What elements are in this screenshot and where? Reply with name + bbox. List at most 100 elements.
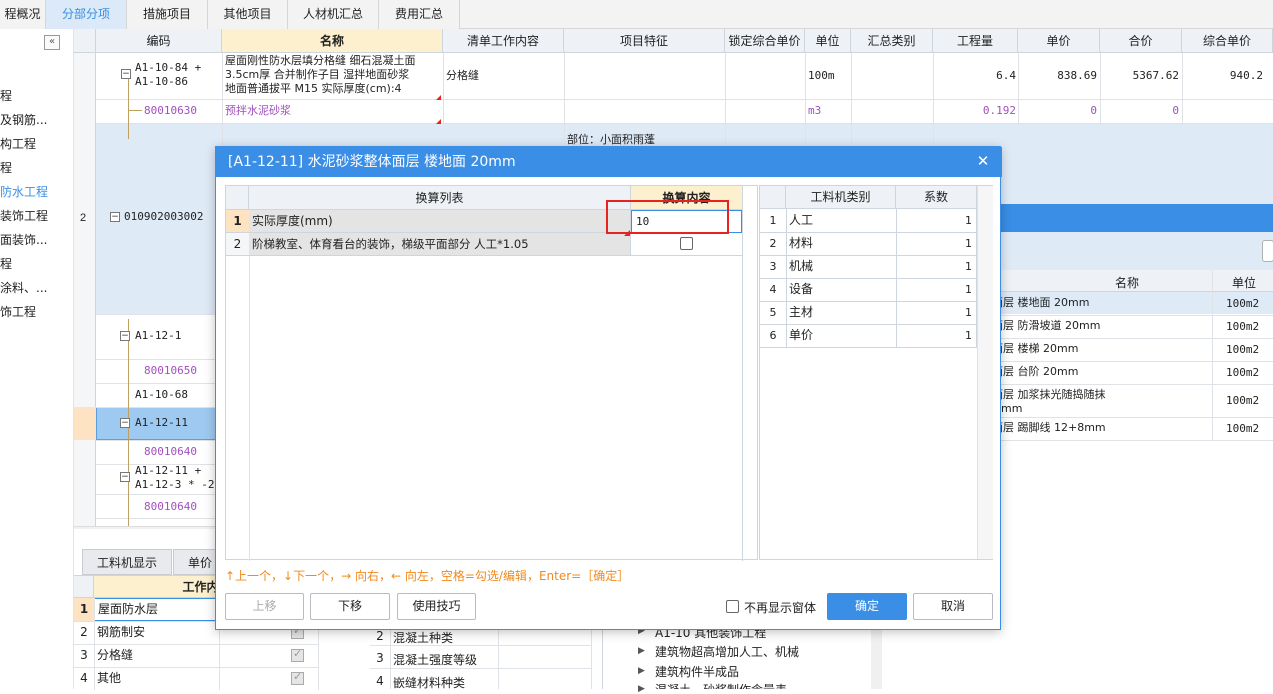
expand-arrow-icon[interactable]: ▶ xyxy=(638,684,645,694)
collapse-toggle-icon[interactable]: − xyxy=(110,212,120,222)
usage-tips-button[interactable]: 使用技巧 xyxy=(397,593,476,620)
work-item[interactable]: 其他 xyxy=(97,667,121,690)
coefficient-value[interactable]: 1 xyxy=(896,324,972,347)
row-name: 屋面刚性防水层填分格缝 细石混凝土面 3.5cm厚 合并制作子目 湿拌地面砂浆 … xyxy=(225,54,416,95)
header-material-type: 工料机类别 xyxy=(786,186,896,209)
tree-item[interactable]: 饰工程 xyxy=(0,303,36,320)
lookup-header-unit: 单位 xyxy=(1231,276,1256,290)
coefficient-value[interactable]: 1 xyxy=(896,232,972,255)
lookup-row-name[interactable]: 水泥砂浆整体面层 台阶 20mm xyxy=(1001,365,1211,379)
tree-item[interactable]: 构工程 xyxy=(0,135,36,152)
tab-sub-items[interactable]: 分部分项 xyxy=(46,0,127,29)
vertical-scrollbar[interactable] xyxy=(977,186,993,559)
tree-item-waterproof[interactable]: 防水工程 xyxy=(0,183,48,200)
header-locked-price: 锁定综合单价 xyxy=(725,29,805,53)
tree-item[interactable]: 程 xyxy=(0,87,12,104)
lookup-row-unit: 100m2 xyxy=(1226,320,1260,333)
keyboard-hint: ↑上一个，↓下一个，→ 向右，← 向左，空格=勾选/编辑，Enter=［确定］ xyxy=(225,569,630,583)
tab-project-overview[interactable]: 程概况 xyxy=(0,0,46,29)
row-number: 1 xyxy=(226,210,249,233)
tab-measures[interactable]: 措施项目 xyxy=(127,0,208,29)
lookup-row-name[interactable]: 水泥砂浆整体面层 楼梯 20mm xyxy=(1001,342,1211,356)
collapse-toggle-icon[interactable]: − xyxy=(121,69,131,79)
collapse-toggle-icon[interactable]: − xyxy=(120,472,130,482)
work-item-selected[interactable]: 屋面防水层 xyxy=(94,598,219,621)
feature-table: 2 混凝土种类 3 混凝土强度等级 4 嵌缝材料种类 xyxy=(370,620,592,691)
coefficient-value[interactable]: 1 xyxy=(896,301,972,324)
vertical-scrollbar[interactable] xyxy=(871,620,882,689)
coefficient-value[interactable]: 1 xyxy=(896,209,972,232)
close-icon[interactable]: ✕ xyxy=(974,152,992,170)
material-type: 主材 xyxy=(789,305,814,319)
row-number: 1 xyxy=(769,214,777,227)
row-num-column xyxy=(74,53,96,529)
row-number: 1 xyxy=(74,598,94,621)
work-item[interactable]: 分格缝 xyxy=(97,644,133,667)
stairs-checkbox[interactable] xyxy=(680,237,693,250)
quota-tree-item[interactable]: 建筑物超高增加人工、机械 xyxy=(655,643,799,660)
conversion-dialog: [A1-12-11] 水泥砂浆整体面层 楼地面 20mm ✕ 换算列表 换算内容… xyxy=(215,146,1002,630)
feature-item[interactable]: 混凝土种类 xyxy=(393,629,453,646)
lookup-row-unit: 100m2 xyxy=(1226,366,1260,379)
collapse-toggle-icon[interactable]: − xyxy=(120,331,130,341)
feature-item[interactable]: 嵌缝材料种类 xyxy=(393,674,465,691)
tree-item[interactable]: 程 xyxy=(0,255,12,272)
work-item-checkbox[interactable] xyxy=(291,670,304,685)
lookup-row-name[interactable]: 水泥砂浆整体面层 加浆抹光随捣随抹 mm xyxy=(1001,388,1211,416)
quota-tree-item[interactable]: 建筑构件半成品 xyxy=(655,663,739,680)
lookup-header-name: 名称 xyxy=(1114,276,1139,290)
conversion-label-stairs: 阶梯教室、体育看台的装饰，梯级平面部分 人工*1.05 xyxy=(249,233,631,256)
coefficient-value[interactable]: 1 xyxy=(896,278,972,301)
row-quantity: 6.4 xyxy=(996,69,1016,82)
tree-item[interactable]: 及钢筋... xyxy=(0,111,47,128)
tab-labor-material-display[interactable]: 工料机显示 xyxy=(82,549,172,575)
tree-item[interactable]: 装饰工程 xyxy=(0,207,48,224)
row-feature: 部位：小面积雨蓬 xyxy=(567,133,655,146)
lookup-row-name[interactable]: 水泥砂浆整体面层 楼地面 20mm xyxy=(1001,296,1211,310)
lookup-row-name[interactable]: 水泥砂浆整体面层 防滑坡道 20mm xyxy=(1001,319,1211,333)
feature-item[interactable]: 混凝土强度等级 xyxy=(393,651,477,668)
expand-arrow-icon[interactable]: ▶ xyxy=(638,646,645,656)
row-code: A1-12-11 + A1-12-3 * -2 xyxy=(135,464,215,491)
move-up-button[interactable]: 上移 xyxy=(225,593,304,620)
left-tree-panel: 程 及钢筋... 构工程 程 防水工程 装饰工程 面装饰... 程 涂料、...… xyxy=(0,29,74,689)
row-total: 5367.62 xyxy=(1132,69,1179,82)
tree-item[interactable]: 程 xyxy=(0,159,12,176)
tab-other-items[interactable]: 其他项目 xyxy=(208,0,288,29)
header-total: 合价 xyxy=(1100,29,1182,53)
row-code-selected[interactable]: A1-12-11 xyxy=(135,416,188,430)
comment-marker-icon xyxy=(436,119,441,124)
row-number: 2 xyxy=(769,237,777,250)
row-number: 3 xyxy=(80,648,88,662)
tab-labor-material-summary[interactable]: 人材机汇总 xyxy=(288,0,379,29)
tab-cost-summary[interactable]: 费用汇总 xyxy=(379,0,460,29)
conversion-label-thickness: 实际厚度(mm) xyxy=(249,210,631,233)
tree-item[interactable]: 涂料、... xyxy=(0,279,47,296)
quota-tree-item[interactable]: 混凝土、砂浆制作含量表 xyxy=(655,681,787,689)
work-item[interactable]: 钢筋制安 xyxy=(97,621,145,644)
row-code: A1-10-84 + A1-10-86 xyxy=(135,61,202,88)
quota-tree: ▶ A1-10 其他装饰工程 ▶ 建筑物超高增加人工、机械 ▶ 建筑构件半成品 … xyxy=(602,620,882,694)
row-price: 0 xyxy=(1090,104,1097,117)
coefficient-value[interactable]: 1 xyxy=(896,255,972,278)
collapse-toggle-icon[interactable]: − xyxy=(120,418,130,428)
ok-button[interactable]: 确定 xyxy=(827,593,907,620)
work-item-checkbox[interactable] xyxy=(291,647,304,662)
header-price: 单价 xyxy=(1018,29,1100,53)
no-show-checkbox[interactable] xyxy=(726,600,739,613)
header-name: 名称 xyxy=(222,29,443,53)
lookup-row-name[interactable]: 水泥砂浆整体面层 踢脚线 12+8mm xyxy=(1001,421,1211,435)
header-work-content: 清单工作内容 xyxy=(443,29,564,53)
collapse-panel-icon[interactable]: « xyxy=(44,35,60,50)
tree-item[interactable]: 面装饰... xyxy=(0,231,47,248)
move-down-button[interactable]: 下移 xyxy=(310,593,390,620)
expand-arrow-icon[interactable]: ▶ xyxy=(638,666,645,676)
row-code: A1-12-1 xyxy=(135,329,182,342)
lookup-row-unit: 100m2 xyxy=(1226,343,1260,356)
header-unit: 单位 xyxy=(805,29,851,53)
lookup-row-unit: 100m2 xyxy=(1226,394,1260,407)
row-number: 2 xyxy=(226,233,249,256)
row-code: 80010640 xyxy=(144,500,197,513)
lookup-button[interactable] xyxy=(1262,240,1273,262)
cancel-button[interactable]: 取消 xyxy=(913,593,993,620)
